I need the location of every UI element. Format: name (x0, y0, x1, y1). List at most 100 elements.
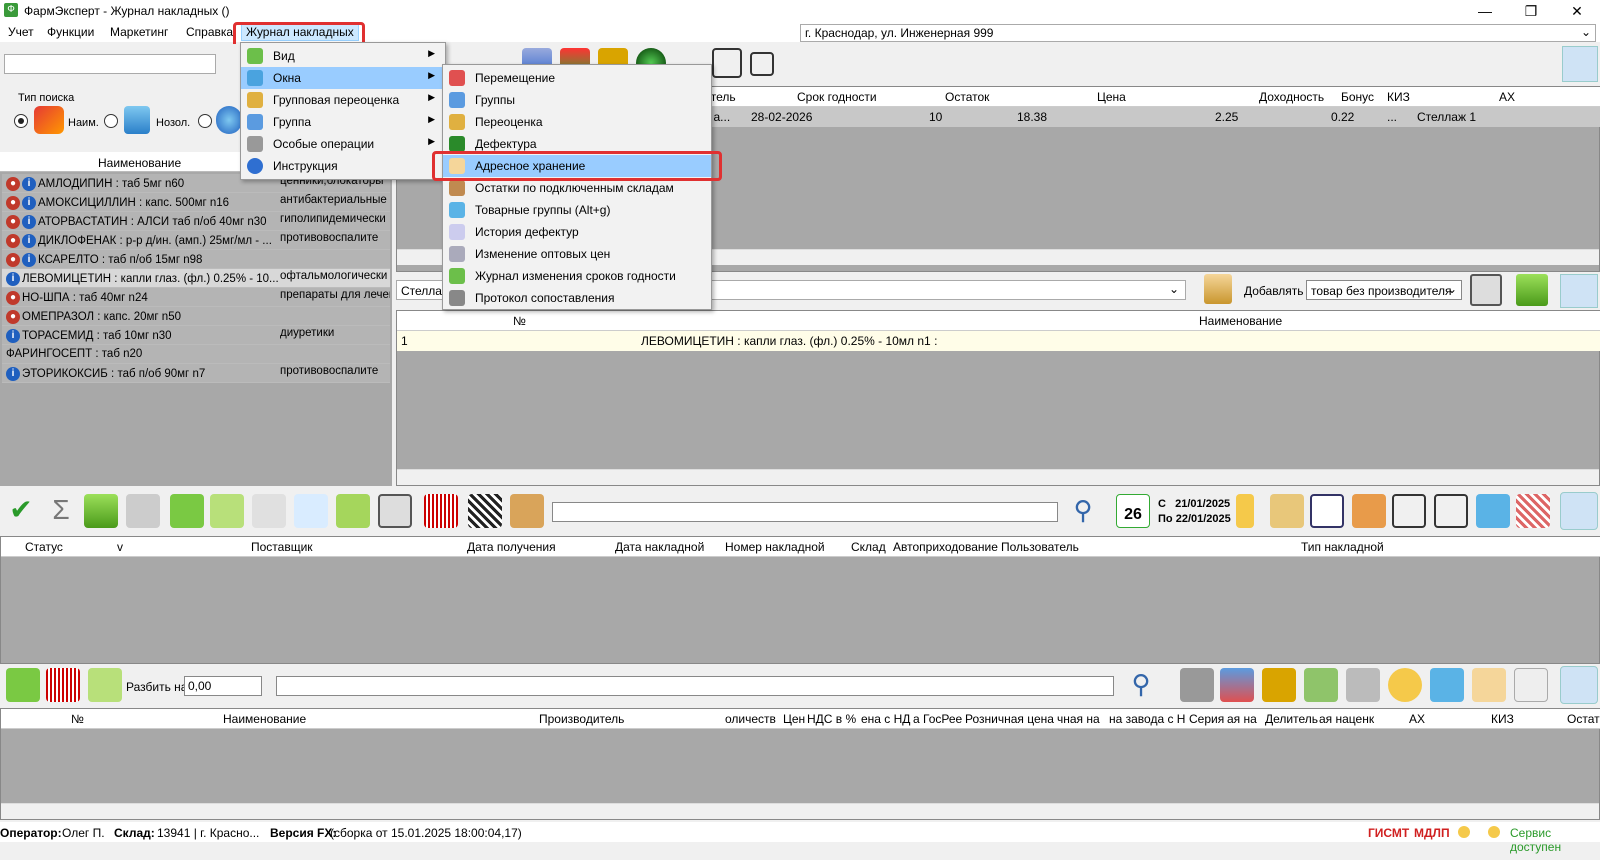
date-to[interactable]: По 22/01/2025 (1158, 513, 1231, 525)
pin-icon[interactable] (1560, 666, 1598, 704)
archive-icon[interactable] (126, 494, 160, 528)
coins-icon[interactable] (1262, 668, 1296, 702)
close-button[interactable]: ✕ (1554, 0, 1600, 22)
filter-icon[interactable] (1476, 494, 1510, 528)
gismt-status[interactable]: ГИСМТ (1368, 826, 1409, 840)
col-profit[interactable]: Доходность (1259, 90, 1324, 104)
import-icon[interactable] (84, 494, 118, 528)
items-col-header[interactable]: чная на (1057, 712, 1100, 726)
basket-icon[interactable] (336, 494, 370, 528)
col-kiz[interactable]: КИЗ (1387, 90, 1410, 104)
document-icon[interactable] (252, 494, 286, 528)
journal-menu-item[interactable]: Особые операции ▶ (241, 133, 445, 155)
radio-global[interactable] (198, 114, 212, 128)
items-col-header[interactable]: Наименование (223, 712, 306, 726)
list-item[interactable]: i ТОРАСЕМИД : таб 10мг n30 диуретики (2, 326, 390, 345)
col-stock[interactable]: Остаток (945, 90, 989, 104)
journal-menu-item[interactable]: Групповая переоценка ▶ (241, 89, 445, 111)
user-icon[interactable] (1430, 668, 1464, 702)
minimize-button[interactable]: — (1462, 0, 1508, 22)
box-icon[interactable] (510, 494, 544, 528)
invoice-col-header[interactable]: Номер накладной (725, 540, 825, 554)
list-item[interactable]: ФАРИНГОСЕПТ : таб n20 (2, 345, 390, 364)
scanner-icon[interactable] (1180, 668, 1214, 702)
items-col-header[interactable]: на завода с Н (1109, 712, 1185, 726)
items-col-header[interactable]: Остат (1567, 712, 1600, 726)
invoice-col-header[interactable]: Склад (851, 540, 886, 554)
items-col-header[interactable]: Цен (783, 712, 805, 726)
stamp-icon[interactable] (1472, 668, 1506, 702)
invoice-col-header[interactable]: Пользователь (1001, 540, 1079, 554)
windows-menu-item[interactable]: История дефектур (443, 221, 711, 243)
list-item[interactable]: ● ОМЕПРАЗОЛ : капс. 20мг n50 (2, 307, 390, 326)
book-icon[interactable] (1434, 494, 1468, 528)
items-col-header[interactable]: Серия (1189, 712, 1224, 726)
col-name[interactable]: Наименование (1199, 314, 1282, 328)
broom-icon[interactable] (1270, 494, 1304, 528)
items-col-header[interactable]: КИЗ (1491, 712, 1514, 726)
boxes-icon[interactable] (1204, 274, 1232, 304)
items-col-header[interactable]: АХ (1409, 712, 1425, 726)
list-item[interactable]: ● i ДИКЛОФЕНАК : р-р д/ин. (амп.) 25мг/мл … (2, 231, 390, 250)
list-item[interactable]: i ЛЕВОМИЦЕТИН : капли глаз. (фл.) 0.25% -… (2, 269, 390, 288)
col-number[interactable]: № (513, 314, 526, 328)
house-icon[interactable] (712, 48, 742, 78)
journal-menu-item[interactable]: Группа ▶ (241, 111, 445, 133)
horizontal-scrollbar[interactable] (1, 803, 1599, 819)
qr-icon[interactable] (468, 494, 502, 528)
list-doc-icon[interactable] (1310, 494, 1344, 528)
brush-icon[interactable] (1236, 494, 1254, 528)
items-col-header[interactable]: № (71, 712, 84, 726)
printer-icon[interactable] (1470, 274, 1502, 306)
items-col-header[interactable]: ена с НД (861, 712, 910, 726)
items-col-header[interactable]: Розничная цена (965, 712, 1054, 726)
items-search-input[interactable] (276, 676, 1114, 696)
add-icon[interactable] (170, 494, 204, 528)
radio-nosology[interactable] (104, 114, 118, 128)
invoice-search-input[interactable] (552, 502, 1058, 522)
menu-help[interactable]: Справка (186, 25, 233, 39)
invoice-col-header[interactable]: Поставщик (251, 540, 313, 554)
col-price[interactable]: Цена (1097, 90, 1126, 104)
add-mode-select[interactable]: товар без производителя ⌄ (1306, 280, 1462, 300)
search-icon[interactable]: ⚲ (1124, 668, 1158, 702)
add-icon[interactable] (6, 668, 40, 702)
invoice-col-header[interactable]: Статус (25, 540, 63, 554)
address-select[interactable]: г. Краснодар, ул. Инженерная 999 ⌄ (800, 24, 1596, 42)
barcode-icon[interactable] (46, 668, 80, 702)
journal-menu-item[interactable]: Инструкция (241, 155, 445, 177)
download-arrow-icon[interactable] (1516, 274, 1548, 306)
column-header-name[interactable]: Наименование (98, 156, 181, 170)
horizontal-scrollbar[interactable] (397, 469, 1599, 485)
list-item[interactable]: ● i АТОРВАСТАТИН : АЛСИ таб п/об 40мг n30 г… (2, 212, 390, 231)
house-wifi-icon[interactable] (750, 52, 774, 76)
items-col-header[interactable]: ая наценк (1319, 712, 1374, 726)
journal-menu-item[interactable]: Окна ▶ (241, 67, 445, 89)
windows-menu-item[interactable]: Товарные группы (Alt+g) (443, 199, 711, 221)
invoice-col-header[interactable]: v (117, 540, 123, 554)
items-col-header[interactable]: Делитель (1265, 712, 1318, 726)
money-chart-icon[interactable] (1304, 668, 1338, 702)
barcode-board-icon[interactable] (1220, 668, 1254, 702)
calendar-icon[interactable]: 26 (1116, 494, 1150, 528)
eraser-icon[interactable] (210, 494, 244, 528)
list-item[interactable]: ● i АМОКСИЦИЛЛИН : капс. 500мг n16 антибакт… (2, 193, 390, 212)
menu-uchet[interactable]: Учет (8, 25, 34, 39)
search-icon[interactable]: ⚲ (1066, 494, 1100, 528)
items-col-header[interactable]: а ГосРее (913, 712, 962, 726)
pin-icon[interactable] (1560, 274, 1598, 308)
journal-menu-item[interactable]: Вид ▶ (241, 45, 445, 67)
table-row[interactable]: 1 ЛЕВОМИЦЕТИН : капли глаз. (фл.) 0.25% … (397, 331, 1600, 351)
items-col-header[interactable]: НДС в % (807, 712, 856, 726)
windows-menu-item[interactable]: Протокол сопоставления (443, 287, 711, 309)
barcode-icon[interactable] (424, 494, 458, 528)
items-col-header[interactable]: Производитель (539, 712, 624, 726)
pin-icon[interactable] (1562, 46, 1598, 82)
sum-icon[interactable]: Σ (44, 494, 78, 528)
eraser-icon[interactable] (88, 668, 122, 702)
col-ah[interactable]: АХ (1499, 90, 1515, 104)
search-input[interactable] (4, 54, 216, 74)
menu-marketing[interactable]: Маркетинг (110, 25, 168, 39)
menu-functions[interactable]: Функции (47, 25, 94, 39)
windows-menu-item[interactable]: Перемещение (443, 67, 711, 89)
